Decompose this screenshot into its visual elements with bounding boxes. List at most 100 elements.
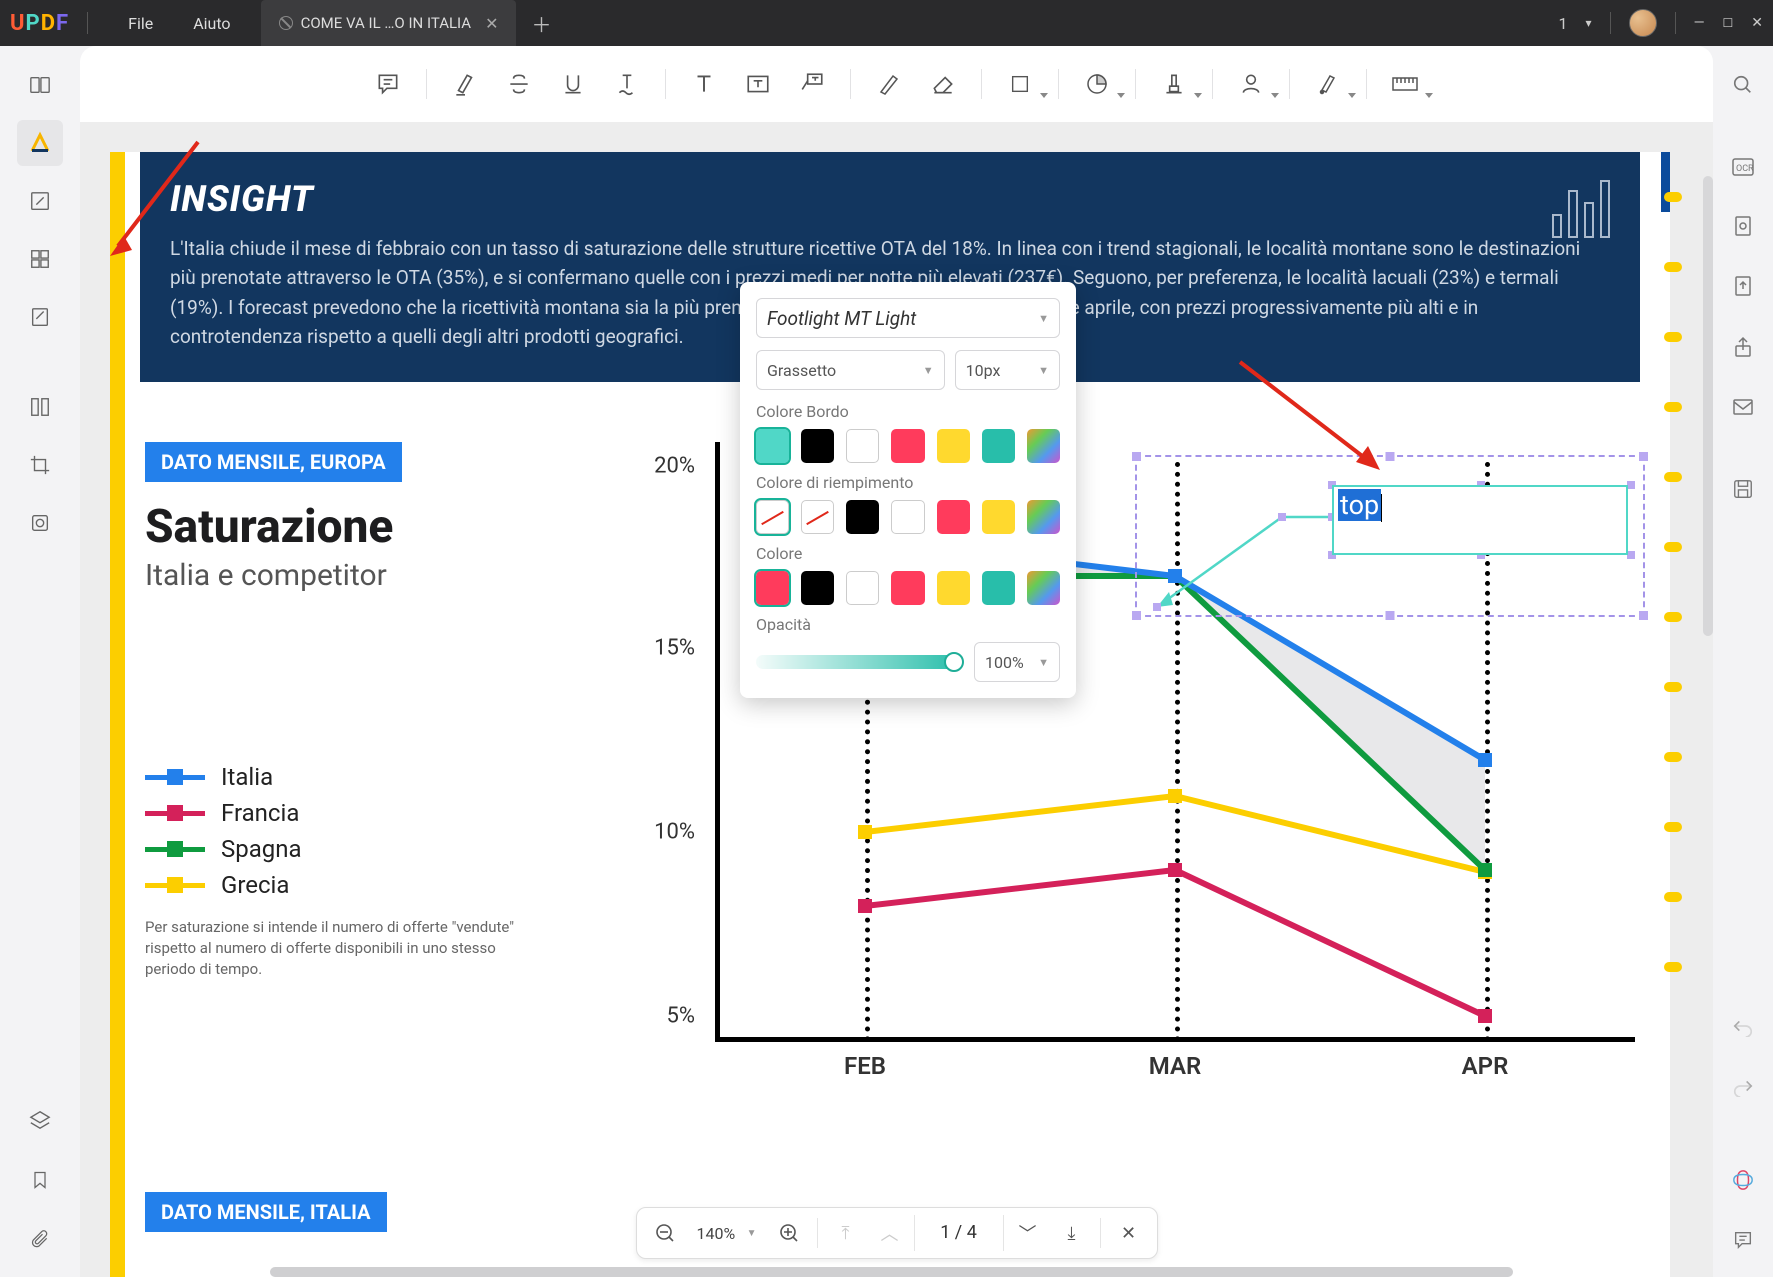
menu-help[interactable]: Aiuto bbox=[193, 14, 230, 33]
insight-heading: INSIGHT bbox=[170, 178, 1610, 220]
reader-mode-icon[interactable] bbox=[17, 62, 63, 108]
redo-icon[interactable] bbox=[1720, 1063, 1766, 1109]
bookmark-icon[interactable] bbox=[17, 1157, 63, 1203]
legend-grecia: Grecia bbox=[221, 871, 289, 899]
pencil-icon[interactable] bbox=[867, 62, 911, 106]
font-size-select[interactable]: 10px▼ bbox=[955, 350, 1060, 390]
protect-icon[interactable] bbox=[1720, 204, 1766, 250]
attachment-icon[interactable] bbox=[17, 1217, 63, 1263]
strikethrough-icon[interactable] bbox=[497, 62, 541, 106]
squiggly-icon[interactable] bbox=[605, 62, 649, 106]
swatch-none2[interactable] bbox=[801, 500, 834, 534]
annotation-toolbar bbox=[80, 46, 1713, 122]
swatch-white[interactable] bbox=[846, 571, 879, 605]
page-indicator[interactable]: 1 / 4 bbox=[914, 1215, 1004, 1251]
swatch-teal2[interactable] bbox=[982, 429, 1015, 463]
share-icon[interactable] bbox=[1720, 324, 1766, 370]
swatch-black[interactable] bbox=[801, 571, 834, 605]
swatch-custom[interactable] bbox=[1027, 429, 1060, 463]
zoom-out-button[interactable] bbox=[645, 1213, 685, 1253]
swatch-none[interactable] bbox=[756, 500, 789, 534]
ai-assistant-icon[interactable] bbox=[1720, 1157, 1766, 1203]
menu-file[interactable]: File bbox=[128, 14, 153, 33]
swatch-red[interactable] bbox=[891, 571, 924, 605]
fill-color-swatches bbox=[756, 500, 1060, 534]
edit-text-icon[interactable] bbox=[17, 178, 63, 224]
compare-icon[interactable] bbox=[17, 384, 63, 430]
swatch-black[interactable] bbox=[846, 500, 879, 534]
close-tab-icon[interactable]: ✕ bbox=[485, 14, 498, 33]
swatch-custom[interactable] bbox=[1027, 500, 1060, 534]
ruler-tool-icon[interactable] bbox=[1383, 62, 1427, 106]
opacity-value-select[interactable]: 100%▼ bbox=[974, 642, 1060, 682]
swatch-white[interactable] bbox=[846, 429, 879, 463]
font-weight-select[interactable]: Grassetto▼ bbox=[756, 350, 945, 390]
legend-francia: Francia bbox=[221, 799, 299, 827]
underline-icon[interactable] bbox=[551, 62, 595, 106]
prev-page-button[interactable]: ︿ bbox=[870, 1213, 910, 1253]
comment-icon[interactable] bbox=[366, 62, 410, 106]
comments-panel-icon[interactable] bbox=[1720, 1217, 1766, 1263]
swatch-custom[interactable] bbox=[1027, 571, 1060, 605]
layers-icon[interactable] bbox=[17, 1097, 63, 1143]
first-page-button[interactable]: ⤒ bbox=[826, 1213, 866, 1253]
zoom-in-button[interactable] bbox=[769, 1213, 809, 1253]
next-page-button[interactable]: ﹀ bbox=[1008, 1213, 1048, 1253]
watermark-icon[interactable] bbox=[17, 500, 63, 546]
mail-icon[interactable] bbox=[1720, 384, 1766, 430]
callout-textbox[interactable]: top bbox=[1332, 485, 1628, 555]
organize-pages-icon[interactable] bbox=[17, 236, 63, 282]
opacity-label: Opacità bbox=[756, 615, 1060, 634]
insight-bars-icon bbox=[1552, 180, 1610, 238]
swatch-teal[interactable] bbox=[756, 429, 789, 463]
ocr-icon[interactable]: OCR bbox=[1720, 144, 1766, 190]
swatch-yellow[interactable] bbox=[937, 571, 970, 605]
minimize-button[interactable]: — bbox=[1694, 15, 1705, 31]
swatch-yellow[interactable] bbox=[937, 429, 970, 463]
text-color-swatches bbox=[756, 571, 1060, 605]
left-sidebar bbox=[0, 46, 80, 1277]
text-tool-icon[interactable] bbox=[682, 62, 726, 106]
close-nav-button[interactable]: ✕ bbox=[1109, 1213, 1149, 1253]
sticker-tool-icon[interactable] bbox=[1075, 62, 1119, 106]
swatch-black[interactable] bbox=[801, 429, 834, 463]
swatch-yellow[interactable] bbox=[982, 500, 1015, 534]
swatch-red[interactable] bbox=[891, 429, 924, 463]
highlight-icon[interactable] bbox=[443, 62, 487, 106]
vertical-scrollbar[interactable] bbox=[1703, 176, 1713, 636]
search-icon[interactable] bbox=[1720, 62, 1766, 108]
annotation-selection[interactable]: top bbox=[1135, 455, 1645, 617]
shape-tool-icon[interactable] bbox=[998, 62, 1042, 106]
close-window-button[interactable]: ✕ bbox=[1751, 15, 1763, 31]
swatch-pink[interactable] bbox=[756, 571, 789, 605]
tab-dropdown-icon[interactable]: ▾ bbox=[1586, 16, 1592, 30]
new-tab-button[interactable]: ＋ bbox=[531, 9, 551, 38]
signature-tool-icon[interactable] bbox=[1229, 62, 1273, 106]
crop-icon[interactable] bbox=[17, 442, 63, 488]
form-tool-icon[interactable] bbox=[17, 294, 63, 340]
swatch-white[interactable] bbox=[891, 500, 924, 534]
swatch-red[interactable] bbox=[937, 500, 970, 534]
horizontal-scrollbar[interactable] bbox=[270, 1267, 1513, 1277]
swatch-teal[interactable] bbox=[982, 571, 1015, 605]
undo-icon[interactable] bbox=[1720, 1003, 1766, 1049]
annotate-tool-icon[interactable] bbox=[17, 120, 63, 166]
user-avatar[interactable] bbox=[1629, 9, 1657, 37]
textbox-tool-icon[interactable] bbox=[736, 62, 780, 106]
font-select[interactable]: Footlight MT Light▼ bbox=[756, 298, 1060, 338]
document-tab[interactable]: COME VA IL …O IN ITALIA ✕ bbox=[261, 0, 517, 46]
save-icon[interactable] bbox=[1720, 466, 1766, 512]
opacity-slider[interactable] bbox=[756, 655, 962, 669]
callout-text[interactable]: top bbox=[1338, 489, 1381, 521]
right-sidebar: OCR bbox=[1713, 46, 1773, 1277]
maximize-button[interactable]: ☐ bbox=[1723, 16, 1734, 30]
text-color-label: Colore bbox=[756, 544, 1060, 563]
last-page-button[interactable]: ⤓ bbox=[1052, 1213, 1092, 1253]
eraser-icon[interactable] bbox=[921, 62, 965, 106]
sign-tool-icon[interactable] bbox=[1306, 62, 1350, 106]
zoom-value[interactable]: 140%▼ bbox=[689, 1213, 765, 1253]
callout-tool-icon[interactable] bbox=[790, 62, 834, 106]
stamp-tool-icon[interactable] bbox=[1152, 62, 1196, 106]
export-icon[interactable] bbox=[1720, 264, 1766, 310]
document-viewport[interactable]: INSIGHT L'Italia chiude il mese di febbr… bbox=[80, 122, 1713, 1277]
